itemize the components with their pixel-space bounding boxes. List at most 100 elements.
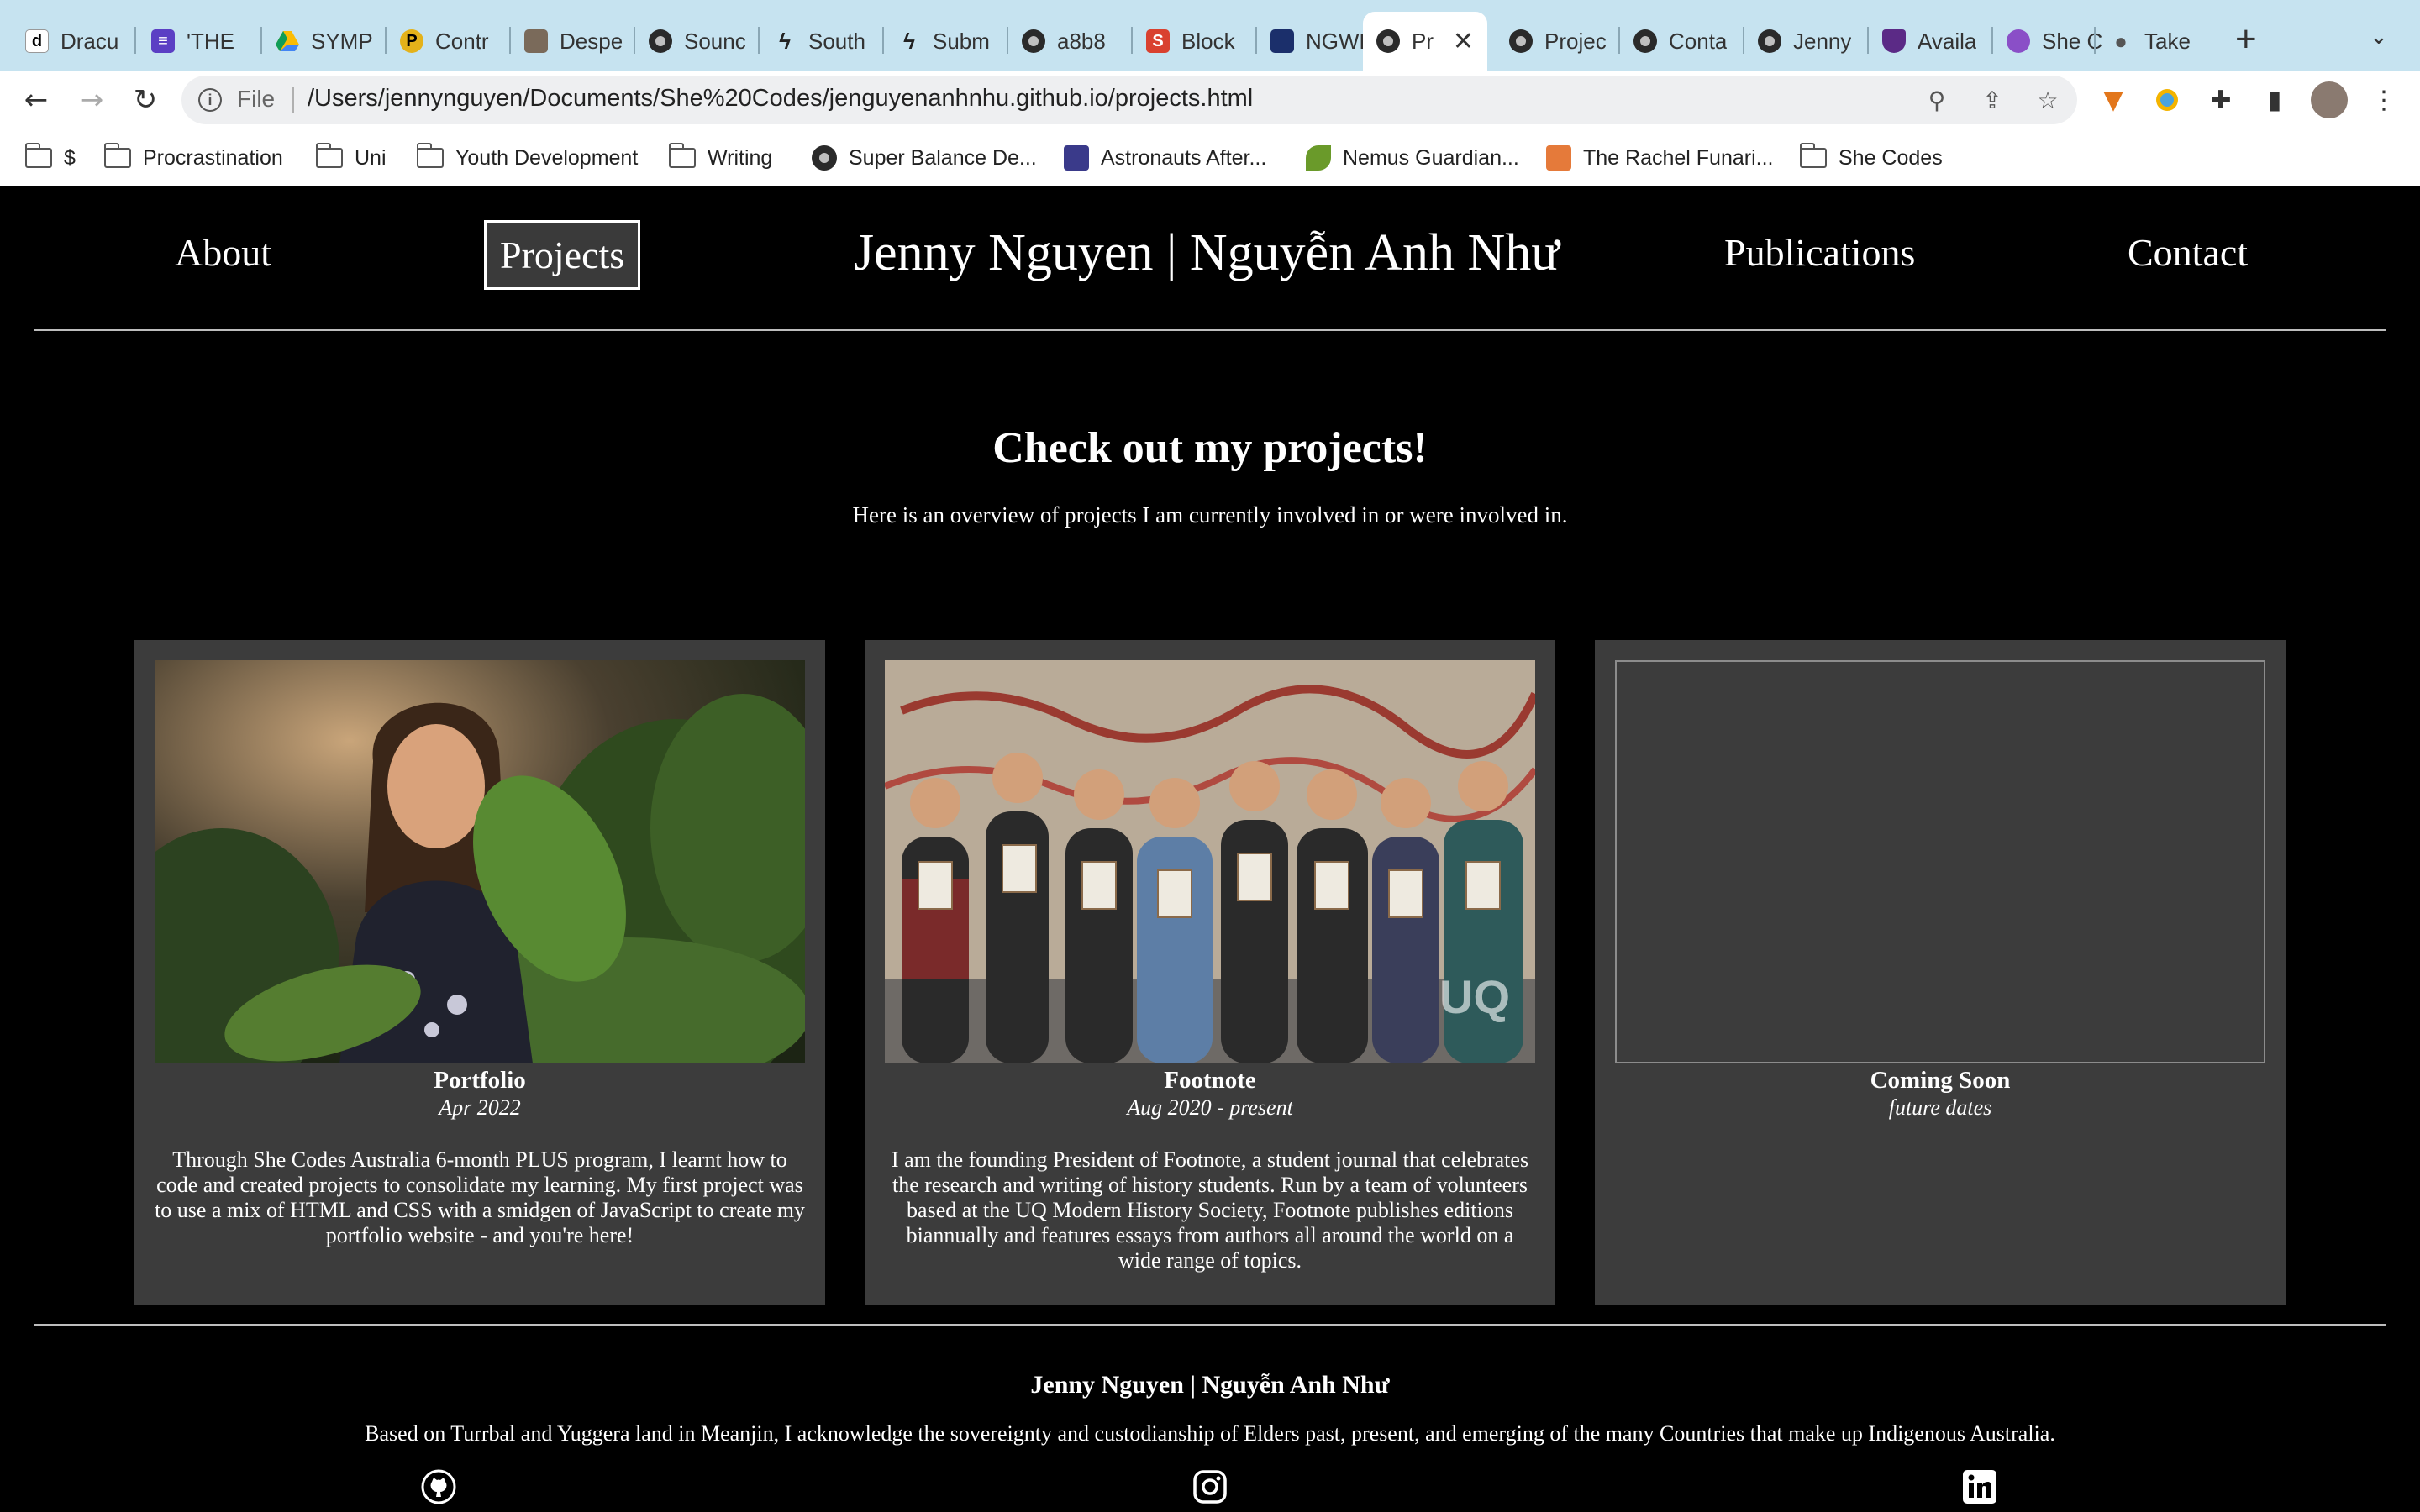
extension-color-icon[interactable] [2149,82,2185,118]
new-tab-button[interactable]: + [2235,18,2257,60]
instagram-icon[interactable] [1192,1468,1228,1505]
footnote-photo: UQ [885,660,1535,1063]
folder-icon [103,143,131,168]
apple-icon: ● [2114,28,2128,54]
tab-search-chevron-icon[interactable]: ⌄ [2370,24,2388,50]
nav-publications-link[interactable]: Publications [1724,230,1915,275]
bookmark-label: Uni [355,145,387,170]
zoom-icon[interactable]: ⚲ [1921,84,1953,116]
address-bar[interactable]: i File /Users/jennynguyen/Documents/She%… [182,76,2077,124]
tab-label: Block [1181,28,1235,54]
bookmark-label: She Codes [1839,145,1943,170]
tab-block[interactable]: S Block [1133,15,1252,67]
image-placeholder [1615,660,2265,1063]
tab-label: a8b8 [1057,28,1106,54]
tab-contr[interactable]: P Contr [387,15,506,67]
project-card-footnote: UQ Footnote Aug 2020 - present I am the … [865,640,1555,1305]
globe-icon [812,145,837,171]
bookmark-folder[interactable]: Writing [668,141,772,175]
tab-label: Jenny [1793,28,1852,54]
bookmark-label: The Rachel Funari... [1583,145,1774,170]
folder-icon [315,143,343,168]
bookmark-folder[interactable]: $ [24,141,76,175]
project-card-coming-soon: Coming Soon future dates [1595,640,2286,1305]
footer-name: Jenny Nguyen | Nguyễn Anh Như [1030,1371,1390,1399]
header-divider [34,329,2386,331]
tab-label: Sounc [684,28,746,54]
project-date: future dates [1888,1095,1992,1120]
drive-icon [276,29,299,53]
globe-icon [1509,29,1533,53]
tab-subm[interactable]: ϟ Subm [884,15,1003,67]
s-icon: S [1146,29,1170,53]
tab-take[interactable]: ● Take [2096,15,2215,67]
project-title: Portfolio [434,1067,526,1094]
tab-a8b8[interactable]: a8b8 [1008,15,1128,67]
tab-ngwl[interactable]: NGWL [1257,15,1376,67]
image-icon [1064,145,1089,171]
bookmark-link[interactable]: Super Balance De... [812,141,1037,175]
share-icon[interactable]: ⇪ [1976,84,2008,116]
forward-arrow-icon[interactable]: → [72,81,111,119]
tab-projec[interactable]: Projec [1496,15,1615,67]
url-text[interactable]: /Users/jennynguyen/Documents/She%20Codes… [308,85,1253,113]
globe-icon [649,29,672,53]
bookmark-folder[interactable]: Uni [315,141,387,175]
bookmark-link[interactable]: The Rachel Funari... [1546,141,1774,175]
bookmark-link[interactable]: Nemus Guardian... [1306,141,1519,175]
tab-conta[interactable]: Conta [1620,15,1739,67]
globe-icon [1376,29,1400,53]
github-icon[interactable] [420,1468,457,1505]
page-heading: Check out my projects! [992,424,1428,472]
bookmark-label: Nemus Guardian... [1343,145,1519,170]
acknowledgement-text: Based on Turrbal and Yuggera land in Mea… [365,1421,2055,1446]
profile-avatar[interactable] [2311,81,2348,118]
bookmark-star-icon[interactable]: ☆ [2032,84,2064,116]
footer-divider [34,1324,2386,1326]
tab-label: South [808,28,865,54]
side-panel-icon[interactable]: ▮ [2257,82,2292,118]
tab-south[interactable]: ϟ South [760,15,879,67]
bolt-icon: ϟ [779,28,791,54]
tab-jenny[interactable]: Jenny [1744,15,1864,67]
info-icon[interactable]: i [198,88,222,112]
bookmark-label: $ [64,145,76,170]
forms-icon: ≡ [151,29,175,53]
back-arrow-icon[interactable]: ← [17,81,55,119]
nav-about-link[interactable]: About [175,230,271,275]
tab-sound[interactable]: Sounc [635,15,755,67]
nav-projects-link[interactable]: Projects [484,220,641,290]
project-date: Apr 2022 [439,1095,521,1120]
tab-label: Contr [435,28,489,54]
bookmark-folder[interactable]: She Codes [1799,141,1943,175]
p-icon: P [400,29,424,53]
project-title: Footnote [1164,1067,1256,1094]
globe-icon [1634,29,1657,53]
menu-kebab-icon[interactable]: ⋮ [2366,82,2402,118]
close-tab-icon[interactable]: ✕ [1453,27,1474,56]
tab-label: Projec [1544,28,1607,54]
nav-contact-link[interactable]: Contact [2128,230,2248,275]
portfolio-photo [155,660,805,1063]
svg-text:UQ: UQ [1439,970,1510,1023]
reload-icon[interactable]: ↻ [126,81,165,119]
trp-icon [1546,145,1571,171]
tab-projects-active[interactable]: Pr ✕ [1363,12,1487,71]
tab-drive[interactable]: SYMP [262,15,381,67]
bookmark-folder[interactable]: Youth Development [416,141,638,175]
tab-dracula[interactable]: d Dracu [12,15,131,67]
circle-icon [2007,29,2030,53]
tab-label: Take [2144,28,2191,54]
tab-availa[interactable]: Availa [1869,15,1988,67]
bookmark-link[interactable]: Astronauts After... [1064,141,1266,175]
extensions-puzzle-icon[interactable]: ✚ [2203,82,2238,118]
tab-label: Availa [1918,28,1977,54]
metamask-icon[interactable]: ▼ [2096,82,2131,118]
linkedin-icon[interactable] [1961,1468,1998,1505]
tab-despe[interactable]: Despe [511,15,630,67]
globe-icon [1758,29,1781,53]
bookmark-folder[interactable]: Procrastination [103,141,283,175]
tab-label: Subm [933,28,990,54]
tab-forms[interactable]: ≡ 'THE [138,15,257,67]
page-intro: Here is an overview of projects I am cur… [852,502,1568,528]
